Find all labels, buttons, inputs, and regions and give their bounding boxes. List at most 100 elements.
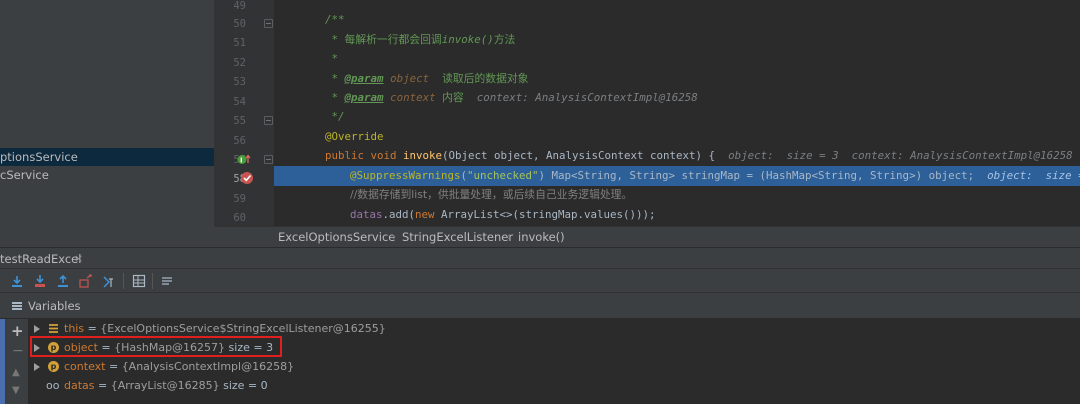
debug-toolbar: [0, 269, 1080, 293]
evaluate-icon[interactable]: [132, 274, 146, 288]
line-number: 60: [233, 212, 246, 224]
line-number: 56: [233, 135, 246, 147]
field-name: datas: [350, 208, 383, 221]
tree-item-label: cService: [0, 168, 49, 182]
variable-size: size = 0: [223, 379, 268, 392]
toolbar-divider: [123, 273, 124, 289]
keyword: public void: [325, 149, 404, 162]
tree-item-label: ptionsService: [0, 150, 78, 164]
fold-icon[interactable]: [264, 155, 273, 164]
string-literal: "unchecked": [467, 169, 539, 182]
step-out-icon[interactable]: [56, 274, 70, 288]
comment-text: *: [331, 52, 339, 65]
comment-text: 内容: [442, 91, 464, 104]
project-tree: ptionsService cService: [0, 0, 214, 247]
highlight-box: [30, 336, 282, 357]
code-line-60: datas.add(new ArrayList<>(stringMap.valu…: [274, 205, 1080, 225]
drop-frame-icon[interactable]: [79, 274, 93, 288]
tree-item-excel-options-service[interactable]: ptionsService: [0, 148, 214, 166]
move-up-icon[interactable]: ▲: [12, 367, 20, 378]
code-line-56: @Override: [274, 127, 1080, 147]
code-line-52: *: [274, 49, 1080, 69]
line-number: 50: [233, 18, 246, 30]
variable-value: {ArrayList@16285}: [110, 379, 220, 392]
streams-icon[interactable]: [160, 274, 174, 288]
expand-arrow-icon[interactable]: [34, 363, 40, 371]
line-number: 53: [233, 76, 246, 88]
javadoc-tag: @param: [344, 91, 384, 104]
fold-icon[interactable]: [264, 116, 273, 125]
variable-value: {AnalysisContextImpl@16258}: [121, 360, 295, 373]
svg-text:I: I: [240, 157, 243, 165]
step-into-icon[interactable]: [33, 274, 47, 288]
breadcrumb-class[interactable]: ExcelOptionsService: [278, 227, 395, 248]
parameter-icon: p: [48, 361, 59, 372]
variable-text: context = {AnalysisContextImpl@16258}: [64, 360, 295, 373]
breadcrumb-method[interactable]: invoke(): [518, 227, 565, 248]
breadcrumb-separator: ›: [392, 232, 396, 243]
code-line-53: * @param object 读取后的数据对象: [331, 72, 529, 85]
method-name: invoke: [403, 149, 443, 162]
inline-debug-hint: object: size = 3 context: AnalysisContex…: [728, 149, 1073, 162]
variable-text: datas = {ArrayList@16285} size = 0: [64, 379, 268, 392]
variable-name: context: [64, 360, 106, 373]
breadcrumb-inner-class[interactable]: StringExcelListener: [402, 227, 513, 248]
annotation: @SuppressWarnings: [350, 169, 461, 182]
toolbar-divider: [152, 273, 153, 289]
method-signature: (Object object, AnalysisContext context)…: [442, 149, 716, 162]
comment-text: 方法: [493, 33, 516, 46]
inline-debug-hint: context: AnalysisContextImpl@16258: [476, 91, 698, 104]
breakpoint-icon[interactable]: [240, 171, 254, 185]
javadoc-tag: @param: [344, 72, 384, 85]
comment-text: */: [331, 110, 345, 123]
line-comment: //数据存储到list，供批量处理，或后续自己业务逻辑处理。: [350, 188, 633, 201]
code-text: ) Map<String, String> stringMap = (HashM…: [538, 169, 975, 182]
variable-name: datas: [64, 379, 95, 392]
override-method-icon[interactable]: I: [237, 153, 251, 166]
code-line-59: //数据存储到list，供批量处理，或后续自己业务逻辑处理。: [274, 185, 1080, 205]
move-down-icon[interactable]: ▼: [12, 385, 20, 396]
inline-debug-hint: object: size = 3: [987, 169, 1080, 182]
expand-arrow-icon[interactable]: [34, 325, 40, 333]
field-watch-icon: oo: [46, 379, 60, 392]
editor-gutter[interactable]: 49 50 51 52 53 54 55 56 57 58 59 60 I: [214, 0, 274, 226]
debug-session-tab[interactable]: testReadExcel: [0, 248, 81, 270]
variable-row-datas[interactable]: oo datas = {ArrayList@16285} size = 0: [28, 376, 1080, 395]
remove-watch-icon[interactable]: −: [12, 343, 24, 359]
frames-panel-edge: [0, 319, 5, 404]
variable-name: this: [64, 322, 85, 335]
field-list-icon: [49, 324, 58, 333]
variables-title: Variables: [28, 299, 81, 313]
line-number: 54: [233, 96, 246, 108]
step-over-icon[interactable]: [10, 274, 24, 288]
tree-item-service[interactable]: cService: [0, 166, 49, 184]
debug-tab-strip: testReadExcel ×: [0, 247, 1080, 269]
breadcrumb: ExcelOptionsService › StringExcelListene…: [214, 226, 1080, 247]
variable-row-context[interactable]: p context = {AnalysisContextImpl@16258}: [28, 357, 1080, 376]
code-text: .add(: [382, 208, 416, 221]
comment-text: /**: [325, 13, 345, 26]
variable-value: {ExcelOptionsService$StringExcelListener…: [100, 322, 386, 335]
add-watch-icon[interactable]: +: [11, 322, 24, 340]
comment-text: *: [331, 33, 345, 46]
line-number: 49: [233, 0, 246, 12]
code-line-55: */: [274, 107, 1080, 127]
variables-icon: [12, 302, 22, 310]
variables-tree: this = {ExcelOptionsService$StringExcelL…: [28, 319, 1080, 404]
code-line-54: * @param context 内容 context: AnalysisCon…: [331, 91, 698, 104]
run-to-cursor-icon[interactable]: [102, 274, 116, 288]
code-line-57: public void invoke(Object object, Analys…: [274, 146, 1080, 166]
comment-text: 读取后的数据对象: [442, 72, 529, 85]
annotation: @Override: [325, 130, 384, 143]
comment-code: invoke(): [441, 33, 494, 46]
keyword: new: [415, 208, 442, 221]
comment-text: 每解析一行都会回调: [344, 33, 442, 46]
close-icon[interactable]: ×: [74, 248, 83, 270]
line-number: 51: [233, 37, 246, 49]
code-editor[interactable]: /** * 每解析一行都会回调invoke()方法 * * @param obj…: [274, 0, 1080, 226]
code-line-50: /**: [274, 10, 1080, 30]
code-text: ArrayList<>(stringMap.values()));: [441, 208, 656, 221]
breadcrumb-separator: ›: [507, 232, 511, 243]
fold-icon[interactable]: [264, 19, 273, 28]
line-number: 59: [233, 193, 246, 205]
